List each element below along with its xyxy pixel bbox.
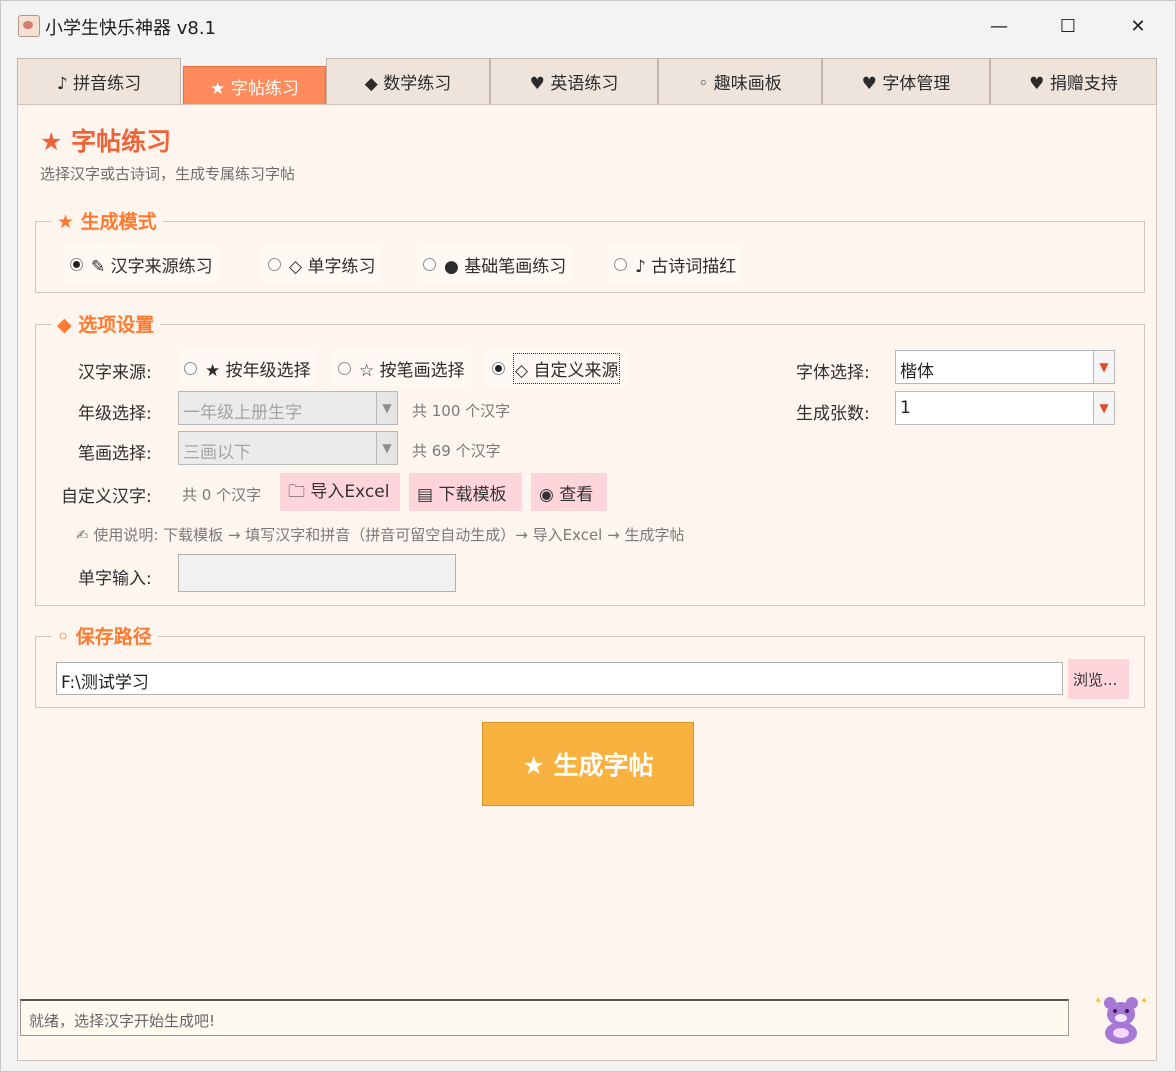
radio-indicator (184, 361, 197, 375)
radio-source-stroke-label: ☆ 按笔画选择 (359, 360, 465, 381)
view-button[interactable]: ◉ 查看 (531, 473, 607, 511)
source-label: 汉字来源: (78, 363, 152, 383)
window-title: 小学生快乐神器 v8.1 (45, 18, 216, 39)
tab-font-manager[interactable]: ♥ 字体管理 (822, 58, 990, 104)
close-button[interactable]: ✕ (1103, 1, 1173, 51)
count-label: 生成张数: (796, 404, 870, 424)
font-label: 字体选择: (796, 363, 870, 383)
grade-select[interactable]: 一年级上册生字 ▼ (178, 391, 398, 425)
grade-label: 年级选择: (78, 404, 152, 424)
download-template-button[interactable]: ▤ 下载模板 (409, 473, 522, 511)
count-select[interactable]: 1 ▼ (895, 391, 1115, 425)
title-bar: 小学生快乐神器 v8.1 — ☐ ✕ (1, 1, 1175, 51)
generate-copybook-button[interactable]: ★ 生成字帖 (482, 722, 694, 806)
status-text: 就绪，选择汉字开始生成吧! (29, 1012, 216, 1030)
radio-indicator (614, 257, 627, 271)
chevron-down-icon: ▼ (376, 392, 397, 424)
chevron-down-icon: ▼ (1093, 392, 1114, 424)
radio-mode-poetry[interactable]: ♪ 古诗词描红 (608, 246, 743, 282)
radio-mode-single[interactable]: ◇ 单字练习 (262, 246, 382, 282)
tab-calligraphy[interactable]: ★ 字帖练习 (183, 66, 326, 106)
custom-count: 共 0 个汉字 (182, 486, 262, 504)
radio-source-stroke[interactable]: ☆ 按笔画选择 (332, 350, 471, 386)
single-char-input[interactable] (178, 554, 456, 592)
page-title: ★ 字帖练习 (40, 127, 172, 156)
svg-text:✦: ✦ (1094, 996, 1102, 1007)
svg-text:✦: ✦ (1140, 996, 1148, 1007)
calligraphy-panel: ★ 字帖练习 选择汉字或古诗词，生成专属练习字帖 ★ 生成模式 ✎ 汉字来源练习… (17, 104, 1157, 1061)
app-window: 小学生快乐神器 v8.1 — ☐ ✕ ♪ 拼音练习 ★ 字帖练习 ◆ 数学练习 … (0, 0, 1176, 1072)
tab-donate[interactable]: ♥ 捐赠支持 (990, 58, 1157, 104)
status-bar: 就绪，选择汉字开始生成吧! (20, 999, 1069, 1036)
page-subtitle: 选择汉字或古诗词，生成专属练习字帖 (40, 165, 296, 183)
radio-selected-indicator (492, 361, 505, 375)
radio-indicator (423, 257, 436, 271)
stroke-select-value: 三画以下 (183, 443, 251, 463)
import-excel-button[interactable]: 🗀 导入Excel (280, 473, 400, 511)
options-group: ◆ 选项设置 汉字来源: ★ 按年级选择 ☆ 按笔画选择 ◇ 自定义来源 年级选… (35, 310, 1145, 606)
stroke-select[interactable]: 三画以下 ▼ (178, 431, 398, 465)
radio-mode-poetry-label: ♪ 古诗词描红 (635, 256, 737, 277)
browse-button[interactable]: 浏览... (1068, 659, 1129, 699)
save-path-legend: ◦ 保存路径 (51, 622, 158, 649)
chevron-down-icon: ▼ (376, 432, 397, 464)
tab-math[interactable]: ◆ 数学练习 (326, 58, 490, 104)
tab-bar: ♪ 拼音练习 ★ 字帖练习 ◆ 数学练习 ♥ 英语练习 ◦ 趣味画板 ♥ 字体管… (17, 58, 1157, 106)
tab-english[interactable]: ♥ 英语练习 (490, 58, 658, 104)
stroke-label: 笔画选择: (78, 444, 152, 464)
font-select-value: 楷体 (900, 362, 934, 382)
radio-indicator (338, 361, 351, 375)
maximize-button[interactable]: ☐ (1033, 1, 1103, 51)
save-path-input[interactable]: F:\测试学习 (56, 662, 1063, 695)
radio-selected-indicator (70, 257, 83, 271)
mode-group: ★ 生成模式 ✎ 汉字来源练习 ◇ 单字练习 ● 基础笔画练习 ♪ 古诗词描红 (35, 207, 1145, 293)
font-select[interactable]: 楷体 ▼ (895, 350, 1115, 384)
mode-group-legend: ★ 生成模式 (51, 207, 163, 234)
count-select-value: 1 (900, 398, 911, 418)
options-group-legend: ◆ 选项设置 (51, 310, 161, 337)
usage-instructions: ✍ 使用说明: 下载模板 → 填写汉字和拼音（拼音可留空自动生成）→ 导入Exc… (76, 526, 685, 544)
stroke-count: 共 69 个汉字 (412, 442, 501, 460)
radio-mode-single-label: ◇ 单字练习 (289, 256, 376, 277)
app-icon (18, 15, 40, 37)
custom-label: 自定义汉字: (61, 487, 152, 507)
tab-pinyin[interactable]: ♪ 拼音练习 (17, 58, 181, 104)
minimize-button[interactable]: — (964, 1, 1034, 51)
radio-mode-source[interactable]: ✎ 汉字来源练习 (64, 246, 219, 282)
radio-source-custom[interactable]: ◇ 自定义来源 (486, 350, 627, 386)
save-path-group: ◦ 保存路径 F:\测试学习 浏览... (35, 622, 1145, 708)
chevron-down-icon: ▼ (1093, 351, 1114, 383)
radio-mode-source-label: ✎ 汉字来源练习 (91, 256, 213, 277)
bear-mascot-icon: ✦ ✦ (1094, 996, 1148, 1044)
grade-count: 共 100 个汉字 (412, 402, 511, 420)
tab-drawing-board[interactable]: ◦ 趣味画板 (658, 58, 822, 104)
save-path-value: F:\测试学习 (61, 673, 149, 693)
radio-mode-strokes[interactable]: ● 基础笔画练习 (417, 246, 573, 282)
radio-source-grade[interactable]: ★ 按年级选择 (178, 350, 317, 386)
grade-select-value: 一年级上册生字 (183, 403, 302, 423)
radio-source-custom-label: ◇ 自定义来源 (513, 352, 621, 384)
single-char-label: 单字输入: (78, 569, 152, 589)
radio-source-grade-label: ★ 按年级选择 (205, 360, 311, 381)
radio-mode-strokes-label: ● 基础笔画练习 (444, 256, 567, 277)
radio-indicator (268, 257, 281, 271)
